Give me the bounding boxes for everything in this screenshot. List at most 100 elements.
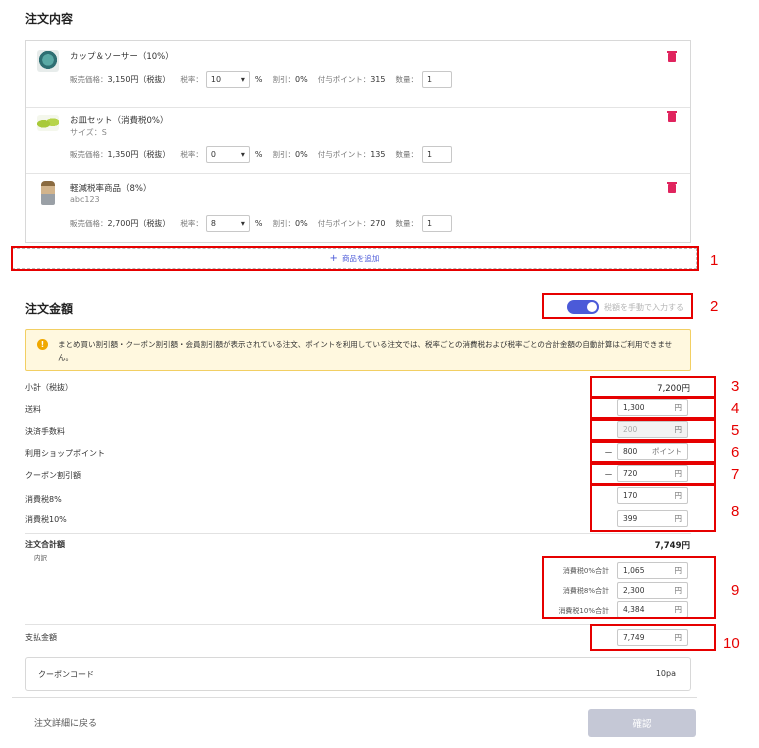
discount-label: 割引： bbox=[272, 219, 296, 228]
points-label: 付与ポイント： bbox=[317, 75, 371, 84]
product-price: 1,350円（税抜） bbox=[107, 150, 171, 159]
quantity-input[interactable]: 1 bbox=[422, 215, 452, 232]
annotation-box bbox=[542, 293, 693, 319]
product-name: 軽減税率商品（8%） bbox=[70, 184, 152, 194]
back-to-order-details-link[interactable]: 注文詳細に戻る bbox=[34, 716, 97, 729]
total-value: 7,749円 bbox=[654, 541, 690, 551]
quantity-label: 数量： bbox=[395, 75, 419, 84]
annotation-number: 7 bbox=[731, 466, 740, 483]
annotation-number: 3 bbox=[731, 378, 740, 395]
annotation-number: 4 bbox=[731, 400, 740, 417]
product-image bbox=[37, 50, 59, 72]
chevron-down-icon: ▾ bbox=[240, 75, 245, 84]
quantity-input[interactable]: 1 bbox=[422, 71, 452, 88]
breakdown-label: 内訳 bbox=[34, 554, 47, 562]
notice-text: まとめ買い割引額・クーポン割引額・会員割引額が表示されている注文、ポイントを利用… bbox=[58, 340, 673, 362]
annotation-number: 6 bbox=[731, 444, 740, 461]
percent-sign: % bbox=[254, 75, 263, 84]
info-icon: ! bbox=[37, 339, 48, 350]
tax-rate-label: 税率： bbox=[180, 219, 203, 228]
tax-rate-value: 10 bbox=[210, 75, 222, 84]
tax-rate-label: 税率： bbox=[180, 75, 203, 84]
quantity-input[interactable]: 1 bbox=[422, 146, 452, 163]
product-price: 2,700円（税抜） bbox=[107, 219, 171, 228]
product-image bbox=[41, 181, 55, 205]
product-discount: 0% bbox=[295, 75, 308, 84]
total-label: 注文合計額 bbox=[25, 540, 65, 549]
quantity-label: 数量： bbox=[395, 150, 419, 159]
chevron-down-icon: ▾ bbox=[240, 150, 245, 159]
annotation-number: 2 bbox=[710, 298, 719, 315]
coupon-code-row[interactable]: クーポンコード 10pa bbox=[25, 657, 691, 691]
quantity-label: 数量： bbox=[395, 219, 419, 228]
product-points: 135 bbox=[370, 150, 386, 159]
coupon-discount-label: クーポン割引額 bbox=[25, 471, 81, 480]
price-label: 販売価格： bbox=[70, 150, 108, 159]
annotation-box bbox=[590, 484, 716, 532]
points-label: 付与ポイント： bbox=[317, 219, 371, 228]
tax-rate-select[interactable]: 8 ▾ bbox=[205, 215, 250, 232]
product-image bbox=[37, 115, 59, 131]
coupon-code-label: クーポンコード bbox=[38, 670, 94, 679]
trash-icon[interactable] bbox=[667, 51, 677, 62]
points-label: 付与ポイント： bbox=[317, 150, 371, 159]
annotation-number: 9 bbox=[731, 582, 740, 599]
percent-sign: % bbox=[254, 219, 263, 228]
product-detail-row: 販売価格： 1,350円（税抜） 税率： 0 ▾ % 割引： 0% 付与ポイント：… bbox=[70, 146, 452, 163]
product-variant: サイズ：S bbox=[70, 128, 107, 137]
tax-rate-label: 税率： bbox=[180, 150, 203, 159]
discount-label: 割引： bbox=[272, 150, 296, 159]
annotation-box bbox=[590, 397, 716, 419]
payment-amount-label: 支払金額 bbox=[25, 633, 57, 642]
annotation-box bbox=[590, 441, 716, 463]
trash-icon[interactable] bbox=[667, 111, 677, 122]
product-points: 315 bbox=[370, 75, 386, 84]
subtotal-label: 小計（税抜） bbox=[25, 383, 73, 392]
product-discount: 0% bbox=[295, 150, 308, 159]
chevron-down-icon: ▾ bbox=[240, 219, 245, 228]
shop-points-label: 利用ショップポイント bbox=[25, 449, 105, 458]
divider bbox=[25, 533, 691, 534]
annotation-box bbox=[590, 419, 716, 441]
tax10-label: 消費税10% bbox=[25, 515, 67, 524]
product-points: 270 bbox=[370, 219, 386, 228]
product-price: 3,150円（税抜） bbox=[107, 75, 171, 84]
product-list: カップ＆ソーサー（10%） 販売価格： 3,150円（税抜） 税率： 10 ▾ %… bbox=[25, 40, 691, 243]
product-name: お皿セット（消費税0%） bbox=[70, 116, 169, 126]
footer-divider bbox=[12, 697, 697, 698]
price-label: 販売価格： bbox=[70, 75, 108, 84]
percent-sign: % bbox=[254, 150, 263, 159]
product-detail-row: 販売価格： 2,700円（税抜） 税率： 8 ▾ % 割引： 0% 付与ポイント：… bbox=[70, 215, 452, 232]
coupon-code-value: 10pa bbox=[655, 669, 676, 678]
tax-rate-select[interactable]: 0 ▾ bbox=[205, 146, 250, 163]
annotation-box bbox=[590, 376, 716, 398]
product-variant: abc123 bbox=[70, 195, 100, 204]
annotation-number: 8 bbox=[731, 503, 740, 520]
annotation-box bbox=[542, 556, 716, 619]
annotation-number: 1 bbox=[710, 252, 719, 269]
order-amount-title: 注文金額 bbox=[25, 302, 74, 316]
product-item: 軽減税率商品（8%） abc123 販売価格： 2,700円（税抜） 税率： 8… bbox=[26, 173, 690, 242]
annotation-box bbox=[590, 463, 716, 485]
trash-icon[interactable] bbox=[667, 182, 677, 193]
tax-rate-value: 8 bbox=[210, 219, 216, 228]
annotation-number: 10 bbox=[723, 635, 740, 652]
product-item: カップ＆ソーサー（10%） 販売価格： 3,150円（税抜） 税率： 10 ▾ %… bbox=[26, 41, 690, 107]
confirm-button[interactable]: 確認 bbox=[588, 709, 696, 737]
annotation-box bbox=[590, 624, 716, 651]
tax8-label: 消費税8% bbox=[25, 495, 62, 504]
product-discount: 0% bbox=[295, 219, 308, 228]
tax-rate-select[interactable]: 10 ▾ bbox=[205, 71, 250, 88]
product-name: カップ＆ソーサー（10%） bbox=[70, 52, 174, 62]
annotation-box bbox=[11, 246, 699, 271]
annotation-number: 5 bbox=[731, 422, 740, 439]
tax-rate-value: 0 bbox=[210, 150, 216, 159]
product-detail-row: 販売価格： 3,150円（税抜） 税率： 10 ▾ % 割引： 0% 付与ポイント… bbox=[70, 71, 452, 88]
discount-label: 割引： bbox=[272, 75, 296, 84]
notice-box: ! まとめ買い割引額・クーポン割引額・会員割引額が表示されている注文、ポイントを… bbox=[25, 329, 691, 371]
order-contents-title: 注文内容 bbox=[25, 12, 74, 26]
payment-fee-label: 決済手数料 bbox=[25, 427, 65, 436]
price-label: 販売価格： bbox=[70, 219, 108, 228]
product-item: お皿セット（消費税0%） サイズ：S 販売価格： 1,350円（税抜） 税率： … bbox=[26, 107, 690, 173]
shipping-label: 送料 bbox=[25, 405, 41, 414]
